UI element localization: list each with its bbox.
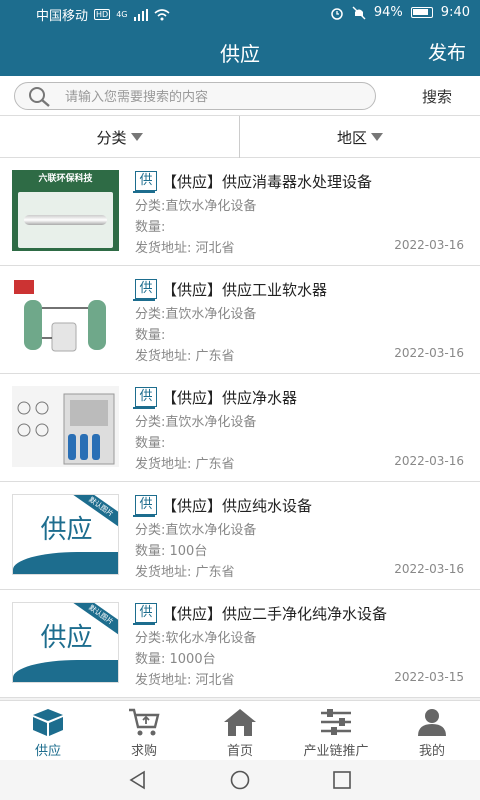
item-quantity: 数量: 100台 [135, 544, 208, 559]
dropdown-arrow-icon [371, 133, 383, 141]
supply-tag: 供 [133, 279, 157, 301]
tab-label: 产业链推广 [303, 744, 369, 759]
supply-list: 六联环保科技 供 【供应】供应消毒器水处理设备 分类:直饮水净化设备 数量: 发… [0, 158, 480, 698]
tab-promotion[interactable]: 产业链推广 [288, 701, 384, 761]
region-filter-label: 地区 [336, 128, 367, 147]
item-quantity: 数量: [135, 328, 166, 343]
item-title: 【供应】供应纯水设备 [162, 497, 313, 515]
item-date: 2022-03-16 [394, 454, 464, 468]
tab-label: 求购 [130, 744, 157, 759]
purifier-graphic [17, 393, 115, 465]
sliders-icon [321, 709, 351, 735]
home-circle-icon[interactable] [229, 770, 251, 790]
product-thumbnail [12, 278, 119, 359]
mute-icon [352, 6, 366, 19]
product-thumbnail: 六联环保科技 [12, 170, 119, 251]
wifi-icon [153, 8, 170, 20]
status-bar: 中国移动 HD 4G 94% 9:40 [0, 0, 480, 26]
battery-percent: 94% [373, 5, 403, 20]
item-date: 2022-03-16 [394, 346, 464, 360]
item-category: 分类:软化水净化设备 [135, 631, 257, 646]
category-filter-label: 分类 [96, 128, 127, 147]
item-date: 2022-03-16 [394, 238, 464, 252]
tab-supply[interactable]: 供应 [0, 701, 96, 761]
item-date: 2022-03-16 [394, 562, 464, 576]
item-address: 发货地址: 广东省 [135, 349, 235, 364]
search-input[interactable] [65, 87, 365, 107]
list-item[interactable]: 默认图片 供应 供 【供应】供应纯水设备 分类:直饮水净化设备 数量: 100台… [0, 482, 480, 590]
item-title: 【供应】供应消毒器水处理设备 [162, 173, 373, 191]
cart-icon [129, 708, 160, 736]
tab-label: 供应 [34, 744, 61, 759]
thumbnail-wave [13, 660, 118, 682]
thumbnail-wave [13, 552, 118, 574]
uv-tube-graphic [24, 215, 107, 225]
list-item[interactable]: 默认图片 供应 供 【供应】供应二手净化纯净水设备 分类:软化水净化设备 数量:… [0, 590, 480, 698]
item-date: 2022-03-15 [394, 670, 464, 684]
page-title: 供应 [220, 42, 260, 66]
thumbnail-text: 供应 [40, 623, 93, 653]
hd-badge: HD [94, 9, 111, 20]
tab-home[interactable]: 首页 [192, 701, 288, 761]
filter-bar: 分类 地区 [0, 116, 480, 158]
tab-label: 我的 [418, 744, 445, 759]
alarm-icon [331, 7, 343, 20]
app-bar: 供应 发布 [0, 26, 480, 76]
item-category: 分类:直饮水净化设备 [135, 415, 257, 430]
item-title: 【供应】供应二手净化纯净水设备 [162, 605, 388, 623]
battery-icon [410, 7, 433, 18]
list-item[interactable]: 六联环保科技 供 【供应】供应消毒器水处理设备 分类:直饮水净化设备 数量: 发… [0, 158, 480, 266]
default-thumbnail: 默认图片 供应 [12, 602, 119, 683]
region-filter[interactable]: 地区 [240, 116, 480, 158]
system-nav-bar [0, 760, 480, 800]
box-icon [33, 709, 63, 736]
clock: 9:40 [440, 5, 470, 20]
product-thumbnail [12, 386, 119, 467]
thumbnail-header: 六联环保科技 [38, 174, 93, 184]
network-label: 4G [116, 10, 128, 19]
back-icon[interactable] [128, 770, 148, 790]
carrier-label: 中国移动 [36, 9, 89, 24]
tab-label: 首页 [226, 744, 253, 759]
supply-tag: 供 [133, 603, 157, 625]
search-button[interactable]: 搜索 [422, 86, 452, 107]
supply-tag: 供 [133, 387, 157, 409]
item-address: 发货地址: 河北省 [135, 241, 235, 256]
item-quantity: 数量: 1000台 [135, 652, 216, 667]
thumbnail-text: 供应 [40, 515, 93, 545]
bottom-tab-bar: 供应 求购 首页 产业链推广 我的 [0, 700, 480, 760]
item-title: 【供应】供应工业软水器 [162, 281, 328, 299]
search-icon [29, 87, 50, 107]
item-address: 发货地址: 广东省 [135, 457, 235, 472]
list-item[interactable]: 供 【供应】供应工业软水器 分类:直饮水净化设备 数量: 发货地址: 广东省 2… [0, 266, 480, 374]
item-category: 分类:直饮水净化设备 [135, 307, 257, 322]
item-address: 发货地址: 广东省 [135, 565, 235, 580]
category-filter[interactable]: 分类 [0, 116, 240, 158]
tab-profile[interactable]: 我的 [384, 701, 480, 761]
home-icon [224, 709, 256, 736]
supply-tag: 供 [133, 171, 157, 193]
list-item[interactable]: 供 【供应】供应净水器 分类:直饮水净化设备 数量: 发货地址: 广东省 202… [0, 374, 480, 482]
softener-graphic [14, 280, 106, 352]
dropdown-arrow-icon [130, 133, 143, 141]
item-address: 发货地址: 河北省 [135, 673, 235, 688]
item-quantity: 数量: [135, 220, 166, 235]
search-box[interactable] [14, 82, 376, 110]
item-category: 分类:直饮水净化设备 [135, 523, 257, 538]
tab-purchase[interactable]: 求购 [96, 701, 192, 761]
user-icon [418, 709, 446, 736]
supply-tag: 供 [133, 495, 157, 517]
signal-icon [133, 8, 148, 21]
publish-button[interactable]: 发布 [428, 38, 466, 65]
search-bar: 搜索 [0, 76, 480, 116]
item-title: 【供应】供应净水器 [162, 389, 298, 407]
default-thumbnail: 默认图片 供应 [12, 494, 119, 575]
item-quantity: 数量: [135, 436, 166, 451]
item-category: 分类:直饮水净化设备 [135, 199, 257, 214]
recents-icon[interactable] [332, 770, 352, 790]
